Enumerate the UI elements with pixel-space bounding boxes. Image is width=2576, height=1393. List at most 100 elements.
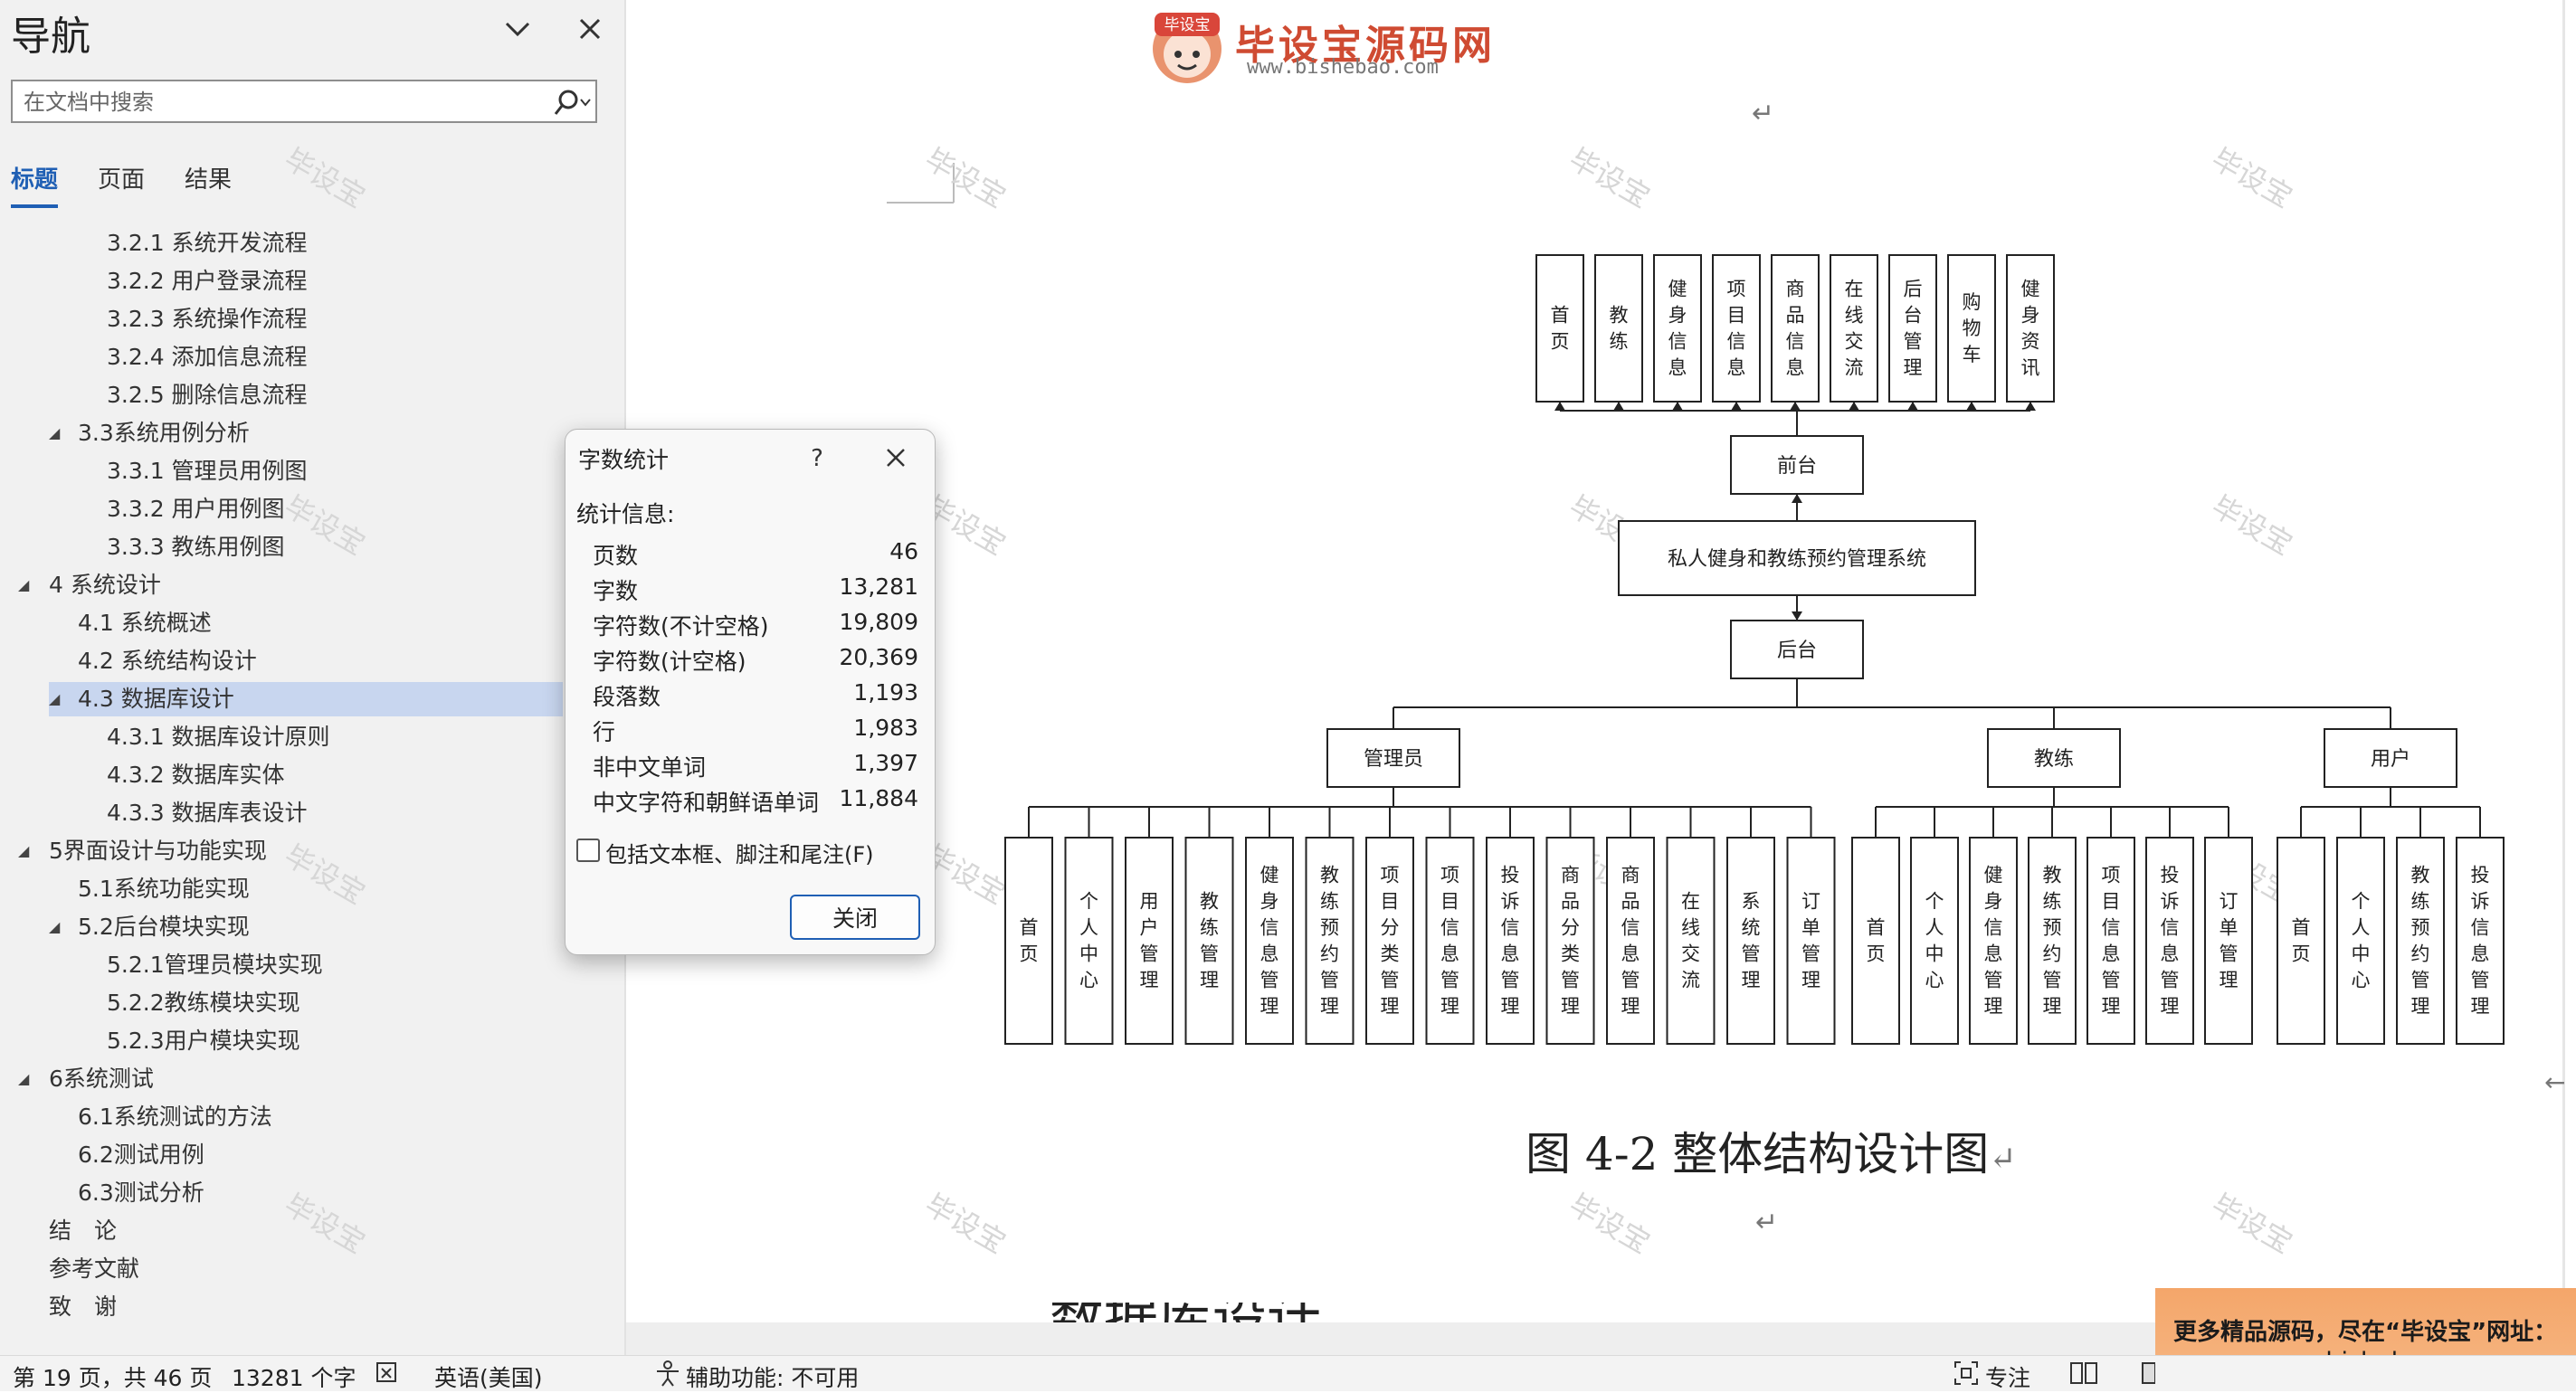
role-module-box-char: 息 xyxy=(1501,943,1520,965)
role-module-box-char: 品 xyxy=(1561,891,1580,913)
language-indicator[interactable]: 英语(美国) xyxy=(434,1360,543,1393)
tree-item[interactable]: 6.2测试用例 xyxy=(78,1138,204,1172)
role-module-box-char: 管 xyxy=(1440,970,1459,991)
top-module-box-char: 购 xyxy=(1963,291,1982,313)
search-input[interactable] xyxy=(22,86,532,118)
top-module-box-char: 信 xyxy=(1668,331,1687,353)
tree-item[interactable]: ◢ 4 系统设计 xyxy=(18,568,161,602)
role-module-box-char: 教 xyxy=(1200,891,1219,913)
checkbox-label[interactable]: 包括文本框、脚注和尾注(F) xyxy=(605,837,874,868)
tree-item[interactable]: 6.1系统测试的方法 xyxy=(78,1100,272,1134)
caret-expanded-icon[interactable]: ◢ xyxy=(49,910,60,944)
stat-row: 字符数(计空格) 20,369 xyxy=(593,644,918,675)
page-indicator[interactable]: 第 19 页，共 46 页 xyxy=(13,1360,212,1393)
tree-item[interactable]: 3.3.2 用户用例图 xyxy=(107,492,285,526)
tab-pages[interactable]: 页面 xyxy=(98,161,145,194)
top-module-box-char: 流 xyxy=(1845,357,1864,379)
word-count[interactable]: 13281 个字 xyxy=(232,1360,356,1393)
tree-item[interactable]: 6.3测试分析 xyxy=(78,1176,204,1210)
frontend-label: 前台 xyxy=(1777,455,1817,478)
paragraph-mark: ↵ xyxy=(1752,98,1775,129)
top-module-box-char: 台 xyxy=(1904,305,1923,327)
top-module-box xyxy=(1594,254,1643,403)
tree-item[interactable]: 4.3.3 数据库表设计 xyxy=(107,796,308,830)
tree-item[interactable]: 3.3.1 管理员用例图 xyxy=(107,454,308,488)
caret-expanded-icon[interactable]: ◢ xyxy=(49,682,60,716)
role-module-box-char: 理 xyxy=(1501,996,1520,1018)
close-icon[interactable] xyxy=(570,7,610,51)
tree-item[interactable]: 3.2.2 用户登录流程 xyxy=(107,264,308,298)
tree-item[interactable]: 3.2.3 系统操作流程 xyxy=(107,302,308,336)
role-module-box-char: 教 xyxy=(1320,865,1339,886)
tree-item[interactable]: 参考文献 xyxy=(49,1252,139,1286)
top-module-box xyxy=(1535,254,1584,403)
help-button[interactable]: ? xyxy=(799,441,835,477)
top-module-box-char: 在 xyxy=(1845,279,1864,300)
caret-expanded-icon[interactable]: ◢ xyxy=(49,416,60,450)
accessibility-icon[interactable] xyxy=(653,1360,682,1392)
top-module-box-char: 线 xyxy=(1845,305,1864,327)
tree-item[interactable]: ◢ 5.2后台模块实现 xyxy=(49,910,250,944)
tree-item[interactable]: 4.1 系统概述 xyxy=(78,606,212,640)
role-module-box-char: 流 xyxy=(1681,970,1700,991)
role-module-box-char: 理 xyxy=(1561,996,1580,1018)
tab-headings[interactable]: 标题 xyxy=(11,161,58,194)
proofing-icon[interactable] xyxy=(375,1360,404,1392)
caret-expanded-icon[interactable]: ◢ xyxy=(18,1062,29,1096)
role-module-box-char: 分 xyxy=(1561,917,1580,939)
tree-item[interactable]: 4.3.2 数据库实体 xyxy=(107,758,285,792)
top-module-box-char: 讯 xyxy=(2021,357,2040,379)
vertical-scrollbar[interactable] xyxy=(2562,0,2565,1322)
dialog-close-icon[interactable] xyxy=(873,441,918,477)
tree-item[interactable]: ◢ 3.3系统用例分析 xyxy=(49,416,250,450)
next-heading-partial: 数据库设计 xyxy=(1050,1303,1321,1322)
role-module-box-char: 商 xyxy=(1561,865,1580,886)
tree-item[interactable]: 3.3.3 教练用例图 xyxy=(107,530,285,564)
focus-mode-icon[interactable] xyxy=(1953,1360,1980,1392)
role-module-box-char: 管 xyxy=(1621,970,1640,991)
include-textboxes-checkbox[interactable] xyxy=(576,839,600,862)
role-module-box-char: 理 xyxy=(1621,996,1640,1018)
role-module-box-char: 理 xyxy=(2220,970,2239,991)
tree-item[interactable]: 3.2.4 添加信息流程 xyxy=(107,340,308,374)
statistics-heading: 统计信息: xyxy=(576,501,675,527)
caret-expanded-icon[interactable]: ◢ xyxy=(18,834,29,868)
top-module-box-char: 健 xyxy=(1668,279,1687,300)
chevron-down-icon[interactable] xyxy=(499,7,536,51)
tree-item[interactable]: ◢ 6系统测试 xyxy=(18,1062,154,1096)
tree-item[interactable]: 5.1系统功能实现 xyxy=(78,872,250,906)
tree-item[interactable]: 5.2.1管理员模块实现 xyxy=(107,948,323,982)
role-module-box-char: 投 xyxy=(2471,865,2490,886)
role-module-box-char: 订 xyxy=(1801,891,1820,913)
tree-item[interactable]: 结 论 xyxy=(49,1214,117,1248)
stat-row: 字符数(不计空格) 19,809 xyxy=(593,609,918,640)
tree-item[interactable]: 3.2.1 系统开发流程 xyxy=(107,226,308,261)
role-module-box-char: 练 xyxy=(2043,891,2062,913)
arrow-head xyxy=(2025,402,2036,411)
role-module-box-char: 类 xyxy=(1561,943,1580,965)
print-layout-icon[interactable] xyxy=(2141,1360,2156,1392)
backend-label: 后台 xyxy=(1777,640,1817,662)
tree-item-selected[interactable]: ◢ 4.3 数据库设计 xyxy=(49,682,563,716)
close-button[interactable]: 关闭 xyxy=(790,895,920,940)
stat-row: 字数 13,281 xyxy=(593,573,918,604)
stat-row: 段落数 1,193 xyxy=(593,679,918,710)
role-module-box-char: 信 xyxy=(1440,917,1459,939)
read-mode-icon[interactable] xyxy=(2068,1360,2099,1392)
role-module-box-char: 理 xyxy=(1260,996,1279,1018)
tab-results[interactable]: 结果 xyxy=(185,161,232,194)
tree-item[interactable]: 5.2.2教练模块实现 xyxy=(107,986,300,1020)
top-module-box xyxy=(1712,254,1761,403)
role-module-box xyxy=(1910,837,1959,1045)
role-module-box-char: 信 xyxy=(2102,917,2121,939)
focus-mode[interactable]: 专注 xyxy=(1985,1360,2030,1393)
tree-item[interactable]: 3.2.5 删除信息流程 xyxy=(107,378,308,412)
tree-item[interactable]: 4.3.1 数据库设计原则 xyxy=(107,720,330,754)
accessibility-status[interactable]: 辅助功能: 不可用 xyxy=(686,1360,859,1393)
tree-item[interactable]: ◢ 5界面设计与功能实现 xyxy=(18,834,267,868)
search-icon[interactable] xyxy=(552,87,592,119)
tree-item[interactable]: 5.2.3用户模块实现 xyxy=(107,1024,300,1058)
tree-item[interactable]: 致 谢 xyxy=(49,1290,117,1324)
caret-expanded-icon[interactable]: ◢ xyxy=(18,568,29,602)
tree-item[interactable]: 4.2 系统结构设计 xyxy=(78,644,257,678)
